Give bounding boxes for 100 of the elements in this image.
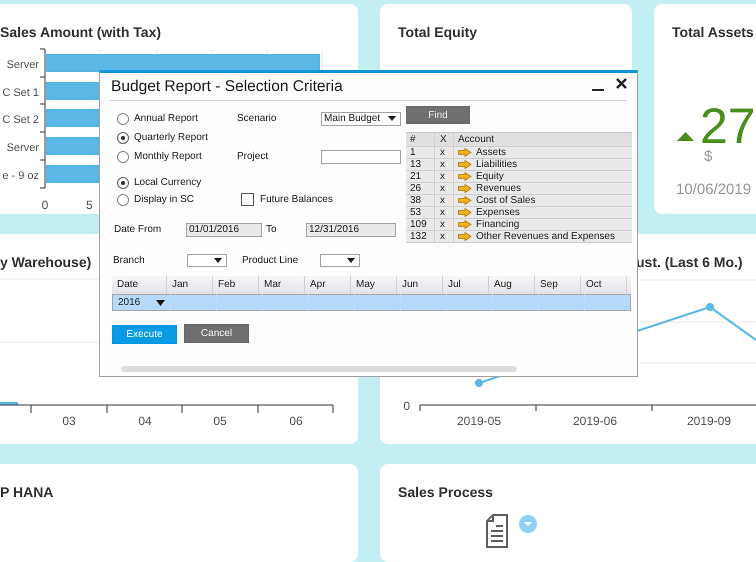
cancel-button[interactable]: Cancel — [184, 324, 249, 343]
tick-label: 04 — [138, 414, 152, 428]
table-cell: 26 — [406, 183, 435, 194]
bar-label: C Set 1 — [2, 87, 39, 99]
table-cell: Assets — [476, 147, 506, 158]
table-cell: 53 — [406, 207, 435, 218]
date-field[interactable]: 01/01/2016 — [186, 222, 262, 236]
table-cell: Equity — [476, 171, 504, 182]
table-cell: 132 — [406, 231, 435, 242]
table-row[interactable]: 21 x Equity — [406, 171, 632, 183]
close-icon[interactable] — [616, 78, 627, 89]
find-button[interactable]: Find — [406, 106, 470, 124]
radio-button[interactable] — [117, 132, 129, 144]
caret-icon[interactable] — [156, 300, 165, 306]
arrow-icon[interactable] — [458, 184, 472, 193]
project-field[interactable] — [321, 150, 401, 164]
tick-label: 2019-05 — [456, 414, 502, 428]
bar-label: C Set 2 — [2, 114, 39, 126]
table-cell: x — [435, 207, 454, 218]
table-cell: 109 — [406, 219, 435, 230]
table-cell: 21 — [406, 171, 435, 182]
scrollbar[interactable] — [121, 366, 517, 372]
product-line-select[interactable] — [320, 254, 360, 267]
radio-button[interactable] — [117, 112, 129, 124]
checkbox-label: Future Balances — [260, 194, 333, 205]
arrow-icon[interactable] — [458, 160, 472, 169]
radio-label: Quarterly Report — [134, 132, 208, 143]
table-cell: x — [435, 219, 454, 230]
radio-label: Monthly Report — [134, 151, 202, 162]
field-label: Scenario — [237, 113, 276, 124]
table-cell: x — [435, 147, 454, 158]
date-field[interactable]: 12/31/2016 — [306, 222, 396, 236]
field-label: Branch — [113, 255, 145, 266]
table-cell: x — [435, 159, 454, 170]
bar — [46, 137, 99, 155]
bar-label: e - 9 oz — [2, 170, 39, 182]
branch-select[interactable] — [187, 254, 227, 267]
card-title: Sales Process — [397, 483, 493, 501]
table-cell: Liabilities — [476, 159, 518, 170]
kpi-value: 27 — [700, 103, 756, 149]
table-cell: 1 — [406, 147, 435, 158]
column-header: Account — [457, 133, 496, 146]
field-label: Project — [237, 151, 268, 162]
arrow-icon[interactable] — [458, 148, 472, 157]
table-row[interactable]: 132 x Other Revenues and Expenses — [406, 231, 632, 243]
card-title: P HANA — [0, 483, 54, 501]
arrow-icon[interactable] — [458, 232, 472, 241]
checkbox[interactable] — [241, 193, 254, 206]
table-row[interactable]: 109 x Financing — [406, 219, 632, 231]
tick-label: 05 — [213, 414, 227, 428]
dialog-title: Budget Report - Selection Criteria — [110, 78, 343, 96]
table-cell: Expenses — [476, 207, 520, 218]
tick-label: 0 — [403, 399, 410, 413]
bar-label: Server — [6, 142, 39, 154]
table-cell: 13 — [406, 159, 435, 170]
arrow-icon[interactable] — [458, 172, 472, 181]
field-label: Date From — [114, 224, 162, 235]
card-title: Sales Amount (with Tax) — [0, 23, 162, 41]
card-title: Total Assets — [671, 23, 754, 41]
table-cell: Cost of Sales — [476, 195, 536, 206]
bar — [46, 109, 99, 127]
table-cell: x — [435, 183, 454, 194]
table-cell: x — [435, 231, 454, 242]
bar — [0, 402, 18, 405]
table-row[interactable]: 1 x Assets — [406, 147, 632, 159]
arrow-icon[interactable] — [458, 196, 472, 205]
radio-button[interactable] — [117, 150, 129, 162]
bar — [46, 82, 99, 100]
field-label: To — [265, 224, 277, 235]
table-cell: Other Revenues and Expenses — [476, 231, 615, 242]
bar — [46, 165, 99, 183]
arrow-icon[interactable] — [458, 208, 472, 217]
table-row[interactable]: 2016 — [112, 294, 631, 311]
table-cell: Financing — [476, 219, 520, 230]
card-title: y Warehouse) — [0, 253, 92, 271]
table-cell: x — [435, 171, 454, 182]
tick-label: 2019-06 — [572, 414, 618, 428]
radio-button[interactable] — [117, 194, 129, 206]
radio-label: Local Currency — [134, 177, 202, 188]
radio-button[interactable] — [117, 176, 129, 188]
date-label: 10/06/2019 — [675, 181, 752, 198]
bar-label: Server — [6, 59, 39, 71]
table-row[interactable]: 26 x Revenues — [406, 183, 632, 195]
tick-label: 0 — [42, 198, 48, 212]
column-header: # — [406, 133, 435, 146]
tick-label: 06 — [289, 414, 303, 428]
radio-label: Annual Report — [134, 113, 198, 124]
table-cell: Revenues — [476, 183, 522, 194]
currency-label: $ — [703, 149, 712, 165]
table-row[interactable]: 38 x Cost of Sales — [406, 195, 632, 207]
tick-label: 2019-09 — [686, 414, 732, 428]
card-title: Total Equity — [397, 23, 478, 41]
table-row[interactable]: 53 x Expenses — [406, 207, 632, 219]
scenario-select[interactable]: Main Budget — [321, 112, 401, 126]
table-row[interactable]: 13 x Liabilities — [406, 159, 632, 171]
table-cell-text: 2016 — [117, 297, 142, 308]
tick-label: 03 — [62, 414, 76, 428]
table-cell: 38 — [406, 195, 435, 206]
arrow-icon[interactable] — [458, 220, 472, 229]
document-icon — [486, 514, 508, 548]
